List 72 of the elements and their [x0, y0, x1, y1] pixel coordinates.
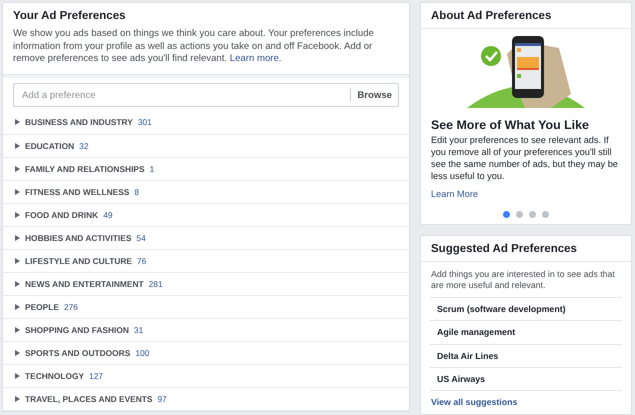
category-label: PEOPLE	[25, 302, 59, 312]
category-label: FAMILY AND RELATIONSHIPS	[25, 164, 145, 174]
browse-button[interactable]: Browse	[350, 88, 392, 102]
category-count: 1	[150, 164, 154, 174]
caret-icon	[15, 372, 20, 379]
category-label: BUSINESS AND INDUSTRY	[25, 117, 133, 128]
category-count: 32	[79, 140, 88, 151]
category-count: 281	[148, 278, 163, 289]
category-label: NEWS AND ENTERTAINMENT	[25, 278, 144, 289]
caret-icon	[15, 396, 20, 402]
category-count: 97	[158, 394, 167, 404]
card-title: About Ad Preferences	[421, 3, 631, 29]
carousel-dot[interactable]	[516, 211, 523, 218]
carousel-dot[interactable]	[542, 211, 549, 218]
category-row[interactable]: EDUCATION 32	[3, 134, 409, 158]
suggestion-item[interactable]: Delta Air Lines	[430, 344, 622, 367]
category-label: FITNESS AND WELLNESS	[25, 186, 130, 197]
suggestion-item[interactable]: Scrum (software development)	[430, 297, 622, 320]
category-label: TRAVEL, PLACES AND EVENTS	[25, 394, 152, 404]
category-count: 49	[103, 210, 113, 220]
category-count: 31	[134, 324, 144, 335]
learn-more-link[interactable]: Learn More	[431, 189, 478, 199]
caret-icon	[15, 280, 20, 287]
category-row[interactable]: NEWS AND ENTERTAINMENT 281	[3, 272, 409, 296]
category-count: 54	[136, 232, 146, 243]
carousel-headline: See More of What You Like	[430, 117, 590, 134]
category-count: 76	[137, 256, 146, 266]
category-row[interactable]: TECHNOLOGY 127	[3, 364, 409, 388]
suggestion-item[interactable]: Agile management	[430, 320, 622, 344]
category-count: 100	[135, 348, 150, 358]
category-count: 276	[64, 302, 78, 312]
category-label: EDUCATION	[25, 140, 74, 151]
suggestion-item[interactable]: US Airways	[430, 366, 622, 390]
caret-icon	[15, 119, 20, 126]
category-row[interactable]: BUSINESS AND INDUSTRY 301	[3, 111, 409, 134]
caret-icon	[15, 188, 20, 195]
category-row[interactable]: FITNESS AND WELLNESS 8	[3, 180, 409, 204]
intro-text: We show you ads based on things we think you care about. Your preferences include information from your profile as well as actions you take on and off Facebook. Add or remove preferences to see ads you'll find relevant. Learn more.	[12, 28, 375, 66]
category-label: FOOD AND DRINK	[25, 210, 98, 220]
caret-icon	[15, 350, 20, 356]
category-row[interactable]: HOBBIES AND ACTIVITIES 54	[3, 226, 409, 250]
caret-icon	[15, 142, 20, 149]
search-field[interactable]: Add a preference Browse	[13, 83, 399, 108]
caret-icon	[15, 166, 20, 172]
panel-title: Your Ad Preferences	[12, 9, 126, 24]
category-count: 127	[89, 370, 104, 381]
category-row[interactable]: SPORTS AND OUTDOORS 100	[3, 342, 409, 365]
category-count: 301	[138, 117, 152, 128]
category-row[interactable]: TRAVEL, PLACES AND EVENTS 97	[3, 388, 409, 412]
caret-icon	[15, 326, 20, 333]
category-row[interactable]: FAMILY AND RELATIONSHIPS 1	[3, 158, 409, 181]
caret-icon	[15, 304, 20, 310]
caret-icon	[15, 258, 20, 264]
category-row[interactable]: PEOPLE 276	[3, 296, 409, 319]
category-row[interactable]: LIFESTYLE AND CULTURE 76	[3, 250, 409, 273]
category-label: SPORTS AND OUTDOORS	[25, 348, 130, 358]
card-title: Suggested Ad Preferences	[421, 236, 631, 262]
category-label: SHOPPING AND FASHION	[25, 324, 129, 335]
carousel-text: Edit your preferences to see relevant ads. If you remove all of your preferences you'll still see the same number of ads, but they may be less useful to you.	[430, 134, 619, 182]
category-label: LIFESTYLE AND CULTURE	[25, 256, 132, 266]
suggested-text: Add things you are interested in to see ads that are more useful and relevant.	[430, 268, 616, 292]
carousel-dot[interactable]	[529, 211, 536, 218]
caret-icon	[15, 234, 20, 241]
category-row[interactable]: FOOD AND DRINK 49	[3, 204, 409, 227]
caret-icon	[15, 212, 20, 218]
category-row[interactable]: SHOPPING AND FASHION 31	[3, 318, 409, 342]
view-all-link[interactable]: View all suggestions	[431, 397, 518, 408]
carousel-dot[interactable]	[503, 211, 510, 218]
category-label: TECHNOLOGY	[25, 370, 84, 381]
category-label: HOBBIES AND ACTIVITIES	[25, 232, 132, 243]
learn-more-link[interactable]: Learn more.	[230, 53, 282, 64]
category-count: 8	[134, 186, 140, 197]
